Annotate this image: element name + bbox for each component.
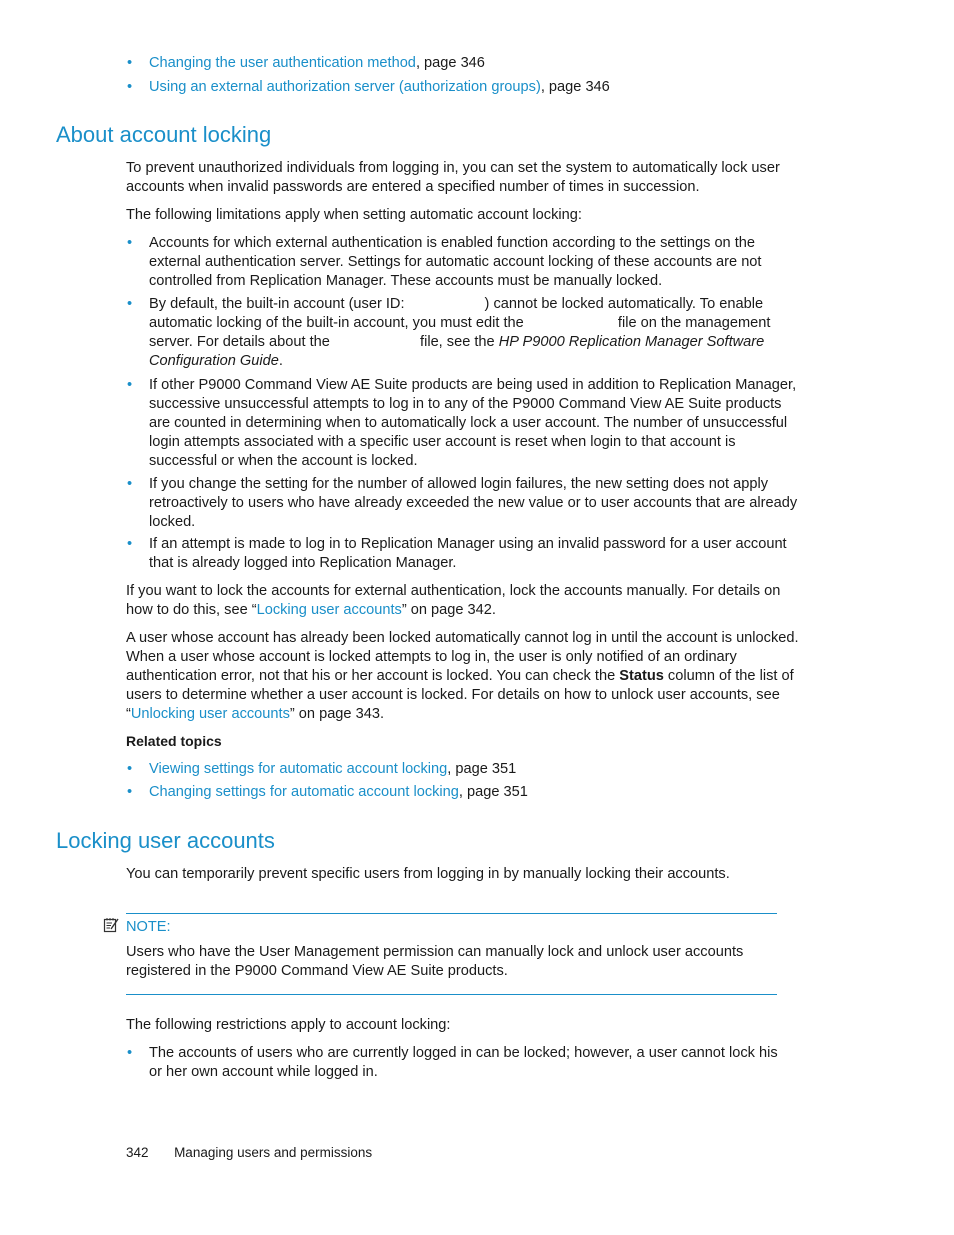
link-external-authorization-server[interactable]: Using an external authorization server (…	[149, 79, 541, 95]
paragraph: A user whose account has already been lo…	[126, 630, 799, 722]
note-icon	[103, 917, 119, 933]
link-changing-settings[interactable]: Changing settings for automatic account …	[149, 784, 459, 800]
list-item: • By default, the built-in account (user…	[127, 296, 771, 369]
document-page: • Changing the user authentication metho…	[0, 0, 954, 1235]
paragraph: If you want to lock the accounts for ext…	[126, 583, 781, 618]
paragraph: To prevent unauthorized individuals from…	[126, 160, 780, 195]
note-label: NOTE:	[126, 919, 171, 935]
bullet-icon: •	[127, 536, 133, 552]
paragraph: You can temporarily prevent specific use…	[126, 866, 730, 882]
bullet-icon: •	[127, 1045, 133, 1061]
bullet-icon: •	[127, 235, 133, 251]
section-heading-locking-user-accounts: Locking user accounts	[56, 828, 275, 853]
list-item: • The accounts of users who are currentl…	[127, 1045, 778, 1080]
link-viewing-settings[interactable]: Viewing settings for automatic account l…	[149, 761, 447, 777]
paragraph: The following restrictions apply to acco…	[126, 1017, 451, 1033]
bullet-icon: •	[127, 761, 133, 777]
page-number: 342	[126, 1145, 149, 1160]
paragraph: The following limitations apply when set…	[126, 207, 582, 223]
status-column-label: Status	[619, 668, 664, 684]
list-item: • If an attempt is made to log in to Rep…	[127, 536, 787, 571]
list-item: • Viewing settings for automatic account…	[127, 761, 517, 777]
bullet-icon: •	[127, 476, 133, 492]
note-text: Users who have the User Management permi…	[126, 944, 744, 979]
bullet-icon: •	[127, 79, 133, 95]
list-item: • Accounts for which external authentica…	[127, 235, 762, 289]
bullet-icon: •	[127, 296, 133, 312]
section-heading-about-account-locking: About account locking	[56, 122, 272, 147]
link-locking-user-accounts[interactable]: Locking user accounts	[257, 602, 402, 618]
bullet-icon: •	[127, 377, 133, 393]
link-unlocking-user-accounts[interactable]: Unlocking user accounts	[131, 706, 290, 722]
list-item: • Using an external authorization server…	[127, 79, 610, 95]
related-topics-heading: Related topics	[126, 733, 222, 749]
note-bottom-rule	[126, 994, 777, 995]
list-item: • Changing the user authentication metho…	[127, 55, 485, 71]
bullet-icon: •	[127, 784, 133, 800]
note-top-rule	[126, 913, 777, 914]
chapter-title: Managing users and permissions	[174, 1145, 373, 1160]
list-item: • Changing settings for automatic accoun…	[127, 784, 528, 800]
bullet-icon: •	[127, 55, 133, 71]
page-footer: 342 Managing users and permissions	[126, 1145, 372, 1160]
link-changing-auth-method[interactable]: Changing the user authentication method	[149, 55, 416, 71]
list-item: • If you change the setting for the numb…	[127, 476, 798, 530]
list-item: • If other P9000 Command View AE Suite p…	[127, 377, 797, 469]
